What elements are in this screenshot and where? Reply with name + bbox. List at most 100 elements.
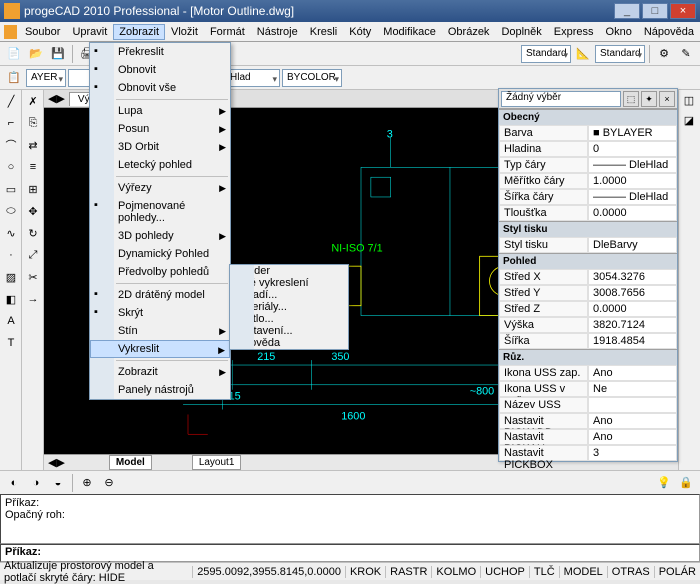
menu-kresli[interactable]: Kresli bbox=[304, 24, 344, 40]
ellipse-icon[interactable]: ⬭ bbox=[1, 201, 21, 221]
menuitem-zobrazit[interactable]: Zobrazit▶ bbox=[90, 363, 230, 381]
menuitem-p-ekreslit[interactable]: ▪Překreslit bbox=[90, 43, 230, 61]
new-icon[interactable]: 📄 bbox=[4, 44, 24, 64]
menu-zobrazit[interactable]: Zobrazit bbox=[113, 24, 165, 40]
menu-nápověda[interactable]: Nápověda bbox=[638, 24, 700, 40]
arc-icon[interactable]: ⌒ bbox=[1, 135, 21, 155]
extend-icon[interactable]: → bbox=[23, 289, 43, 309]
array-icon[interactable]: ⊞ bbox=[23, 179, 43, 199]
prop-row[interactable]: Měřítko čáry1.0000 bbox=[499, 173, 677, 189]
minimize-button[interactable]: _ bbox=[614, 3, 640, 19]
prop-row[interactable]: Výška3820.7124 bbox=[499, 317, 677, 333]
prop-row[interactable]: Střed Z0.0000 bbox=[499, 301, 677, 317]
prop-row[interactable]: Střed X3054.3276 bbox=[499, 269, 677, 285]
menu-doplněk[interactable]: Doplněk bbox=[495, 24, 547, 40]
scale-icon[interactable]: ⤢ bbox=[23, 245, 43, 265]
status-krok[interactable]: KROK bbox=[345, 566, 385, 578]
rect-icon[interactable]: ▭ bbox=[1, 179, 21, 199]
style2-combo[interactable]: Standard bbox=[595, 45, 645, 63]
bt5-icon[interactable]: ⊖ bbox=[99, 473, 119, 493]
layout1-tab[interactable]: Layout1 bbox=[192, 455, 242, 470]
status-polár[interactable]: POLÁR bbox=[654, 566, 700, 578]
layer-combo[interactable]: AYER bbox=[26, 69, 66, 87]
menuitem-skr-t[interactable]: ▪Skrýt bbox=[90, 304, 230, 322]
menuitem-leteck-pohled[interactable]: Letecký pohled bbox=[90, 156, 230, 174]
pline-icon[interactable]: ⌐ bbox=[1, 113, 21, 133]
bt1-icon[interactable]: ◐ bbox=[4, 473, 24, 493]
menu-obrázek[interactable]: Obrázek bbox=[442, 24, 496, 40]
status-uchop[interactable]: UCHOP bbox=[480, 566, 529, 578]
tool-a-icon[interactable]: ⚙ bbox=[654, 44, 674, 64]
menuitem-p-edvolby-pohled-[interactable]: Předvolby pohledů bbox=[90, 263, 230, 281]
selection-combo[interactable]: Žádný výběr bbox=[501, 91, 621, 107]
trim-icon[interactable]: ✂ bbox=[23, 267, 43, 287]
copy-icon[interactable]: ⎘ bbox=[23, 113, 43, 133]
menuitem-3d-orbit[interactable]: 3D Orbit▶ bbox=[90, 138, 230, 156]
menu-upravit[interactable]: Upravit bbox=[66, 24, 113, 40]
dim-icon[interactable]: 📐 bbox=[573, 44, 593, 64]
menuitem-panely-n-stroj-[interactable]: Panely nástrojů bbox=[90, 381, 230, 399]
menuitem-dynamick-pohled[interactable]: Dynamický Pohled bbox=[90, 245, 230, 263]
erase-icon[interactable]: ✗ bbox=[23, 91, 43, 111]
point-icon[interactable]: · bbox=[1, 245, 21, 265]
spline-icon[interactable]: ∿ bbox=[1, 223, 21, 243]
tool-b-icon[interactable]: ✎ bbox=[676, 44, 696, 64]
prop-row[interactable]: Název USS bbox=[499, 397, 677, 413]
status-model[interactable]: MODEL bbox=[559, 566, 607, 578]
circle-icon[interactable]: ○ bbox=[1, 157, 21, 177]
prop-row[interactable]: Tloušťka0.0000 bbox=[499, 205, 677, 221]
prop-row[interactable]: Nastavit PICKADDAno bbox=[499, 413, 677, 429]
layer-icon[interactable]: 📋 bbox=[4, 68, 24, 88]
menu-modifikace[interactable]: Modifikace bbox=[377, 24, 442, 40]
prop-row[interactable]: Ikona USS zap.Ano bbox=[499, 365, 677, 381]
prop-row[interactable]: Ikona USS v poč.Ne bbox=[499, 381, 677, 397]
menuitem-2d-dr-t-n-model[interactable]: ▪2D drátěný model bbox=[90, 286, 230, 304]
text-icon[interactable]: A bbox=[1, 311, 21, 331]
prop-close-button[interactable]: × bbox=[659, 91, 675, 107]
bt4-icon[interactable]: ⊕ bbox=[77, 473, 97, 493]
status-tlč[interactable]: TLČ bbox=[529, 566, 559, 578]
menuitem-vykreslit[interactable]: Vykreslit▶ bbox=[90, 340, 230, 358]
status-kolmo[interactable]: KOLMO bbox=[431, 566, 480, 578]
menu-formát[interactable]: Formát bbox=[204, 24, 251, 40]
rtool-a-icon[interactable]: ◫ bbox=[679, 90, 699, 110]
line-icon[interactable]: ╱ bbox=[1, 91, 21, 111]
rtool-b-icon[interactable]: ◪ bbox=[679, 110, 699, 130]
prop-btn-a[interactable]: ⬚ bbox=[623, 91, 639, 107]
status-otras[interactable]: OTRAS bbox=[607, 566, 654, 578]
menuitem-lupa[interactable]: Lupa▶ bbox=[90, 102, 230, 120]
menuitem-v-ezy[interactable]: Výřezy▶ bbox=[90, 179, 230, 197]
menu-nástroje[interactable]: Nástroje bbox=[251, 24, 304, 40]
menu-soubor[interactable]: Soubor bbox=[19, 24, 66, 40]
status-rastr[interactable]: RASTR bbox=[385, 566, 431, 578]
menuitem-pojmenovan-pohledy-[interactable]: ▪Pojmenované pohledy... bbox=[90, 197, 230, 227]
menu-express[interactable]: Express bbox=[548, 24, 600, 40]
menuitem-obnovit[interactable]: ▪Obnovit bbox=[90, 61, 230, 79]
prop-row[interactable]: Šířka1918.4854 bbox=[499, 333, 677, 349]
hatch-icon[interactable]: ▨ bbox=[1, 267, 21, 287]
prop-row[interactable]: Nastavit PICKBOX3 bbox=[499, 445, 677, 461]
menu-kóty[interactable]: Kóty bbox=[343, 24, 377, 40]
prop-btn-b[interactable]: ✦ bbox=[641, 91, 657, 107]
bt3-icon[interactable]: ◒ bbox=[48, 473, 68, 493]
menuitem-st-n[interactable]: Stín▶ bbox=[90, 322, 230, 340]
menu-vložit[interactable]: Vložit bbox=[165, 24, 204, 40]
offset-icon[interactable]: ≡ bbox=[23, 157, 43, 177]
prop-row[interactable]: Typ čáry——— DleHlad bbox=[499, 157, 677, 173]
prop-row[interactable]: Barva■ BYLAYER bbox=[499, 125, 677, 141]
prop-row[interactable]: Střed Y3008.7656 bbox=[499, 285, 677, 301]
mirror-icon[interactable]: ⇄ bbox=[23, 135, 43, 155]
style1-combo[interactable]: Standard bbox=[521, 45, 571, 63]
bt7-icon[interactable]: 🔒 bbox=[676, 473, 696, 493]
rotate-icon[interactable]: ↻ bbox=[23, 223, 43, 243]
menuitem-posun[interactable]: Posun▶ bbox=[90, 120, 230, 138]
model-tab[interactable]: Model bbox=[109, 455, 152, 470]
close-button[interactable]: × bbox=[670, 3, 696, 19]
prop-row[interactable]: Nastavit PICKAU...Ano bbox=[499, 429, 677, 445]
maximize-button[interactable]: □ bbox=[642, 3, 668, 19]
color-combo[interactable]: BYCOLOR bbox=[282, 69, 342, 87]
menu-okno[interactable]: Okno bbox=[600, 24, 638, 40]
save-icon[interactable]: 💾 bbox=[48, 44, 68, 64]
mtext-icon[interactable]: T bbox=[1, 333, 21, 353]
prop-row[interactable]: Styl tiskuDleBarvy bbox=[499, 237, 677, 253]
